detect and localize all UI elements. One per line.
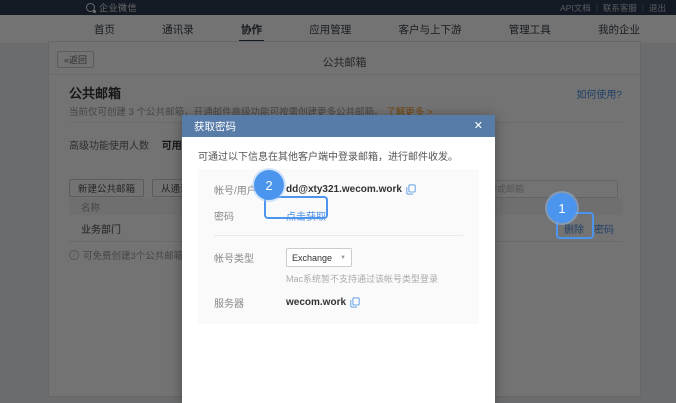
account-type-value: Exchange [292,253,332,263]
modal-intro-text: 可通过以下信息在其他客户端中登录邮箱，进行邮件收发。 [198,148,458,163]
password-row: 密码 点击获取 [214,208,463,223]
close-icon[interactable]: ✕ [474,121,483,132]
step2-badge: 2 [254,170,284,200]
chevron-down-icon: ▼ [340,255,346,261]
account-type-select[interactable]: Exchange ▼ [286,248,352,267]
modal-header: 获取密码 ✕ [182,115,495,137]
credentials-panel: 帐号/用户名 dd@xty321.wecom.work 密码 点击获取 帐号类型… [198,169,479,324]
wecom-admin-page: 企业微信 API文档 | 联系客服 | 退出 首页 通讯录 协作 应用管理 客户… [0,0,676,403]
account-email-text: dd@xty321.wecom.work [286,184,402,195]
account-type-row: 帐号类型 Exchange ▼ [214,248,463,267]
server-label: 服务器 [214,295,286,310]
divider [214,235,463,236]
mac-support-hint: Mac系统暂不支持通过该帐号类型登录 [286,272,463,285]
server-host-text: wecom.work [286,297,346,308]
server-value: wecom.work [286,297,360,308]
account-row: 帐号/用户名 dd@xty321.wecom.work [214,182,463,197]
server-row: 服务器 wecom.work [214,295,463,310]
copy-icon[interactable] [406,184,416,195]
modal-title: 获取密码 [194,119,474,134]
account-type-label: 帐号类型 [214,250,286,265]
get-password-modal: 获取密码 ✕ 可通过以下信息在其他客户端中登录邮箱，进行邮件收发。 帐号/用户名… [182,115,495,403]
step2-highlight-box [264,196,328,219]
copy-icon[interactable] [350,297,360,308]
account-value: dd@xty321.wecom.work [286,184,416,195]
step1-badge: 1 [547,193,577,223]
